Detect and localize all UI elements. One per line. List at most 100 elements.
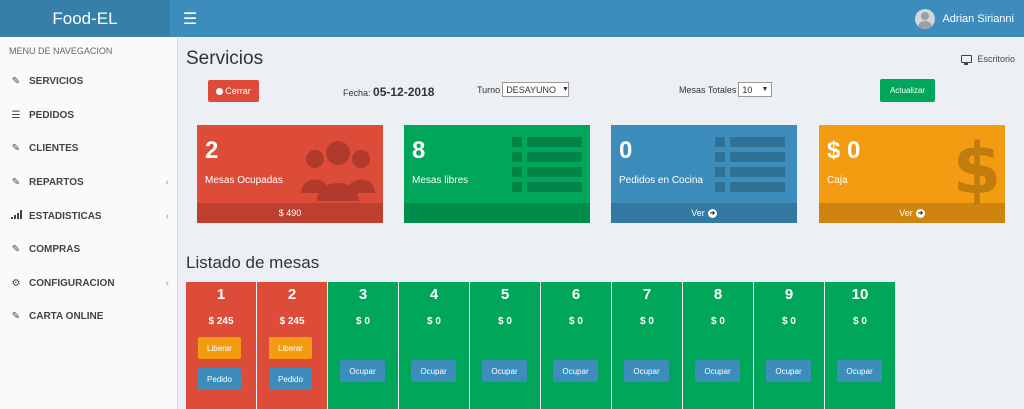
monitor-icon [961,55,973,65]
table-amount: $ 0 [711,316,725,327]
table-amount: $ 0 [569,316,583,327]
table-number: 3 [358,286,368,303]
user-menu[interactable]: Adrian Sirianni [915,0,1024,37]
turno-value: DESAYUNO [506,84,557,95]
table-card: 8 $ 0 Ocupar [683,282,753,409]
stat-footer[interactable]: $ 490 [197,203,383,223]
edit-icon: ✎ [11,143,21,155]
arrow-circle-right-icon: ➜ [915,208,925,218]
fecha-label: Fecha: [343,88,371,98]
stat-value: $ 0 [827,137,861,164]
stat-box-mesas-libres: 8 Mesas libres [404,125,590,223]
table-card: 3 $ 0 Ocupar [328,282,398,409]
chevron-down-icon: ▼ [761,86,769,93]
ocupar-button[interactable]: Ocupar [695,360,740,382]
breadcrumb-label: Escritorio [977,54,1015,64]
table-amount: $ 245 [208,316,234,327]
ocupar-button[interactable]: Ocupar [340,360,385,382]
table-number: 9 [784,286,794,303]
top-navbar: Food-EL ☰ Adrian Sirianni [0,0,1024,37]
mesas-totales-group: Mesas Totales 10 ▼ [679,82,773,97]
turno-select[interactable]: DESAYUNO ▼ [502,82,570,97]
table-card: 2 $ 245 Liberar Pedido [257,282,327,409]
sidebar-item-clientes[interactable]: ✎ CLIENTES [0,132,177,166]
stat-value: 0 [619,137,633,164]
page-title: Servicios [186,48,264,69]
fecha-value: 05-12-2018 [373,85,435,99]
sidebar-item-servicios[interactable]: ✎ SERVICIOS [0,65,177,99]
sidebar-item-estadisticas[interactable]: ESTADISTICAS ‹ [0,199,177,233]
gear-icon: ⚙ [11,277,21,289]
mesas-totales-value: 10 [742,84,753,95]
stat-label: Pedidos en Cocina [619,175,703,186]
ocupar-button[interactable]: Ocupar [766,360,811,382]
pedido-button[interactable]: Pedido [198,368,241,390]
table-amount: $ 0 [498,316,512,327]
table-number: 8 [713,286,723,303]
table-number: 10 [851,286,869,303]
chevron-down-icon: ▼ [562,86,569,93]
sidebar-item-configuracion[interactable]: ⚙ CONFIGURACION ‹ [0,267,177,301]
table-card: 9 $ 0 Ocupar [754,282,824,409]
cerrar-label: Cerrar [225,86,251,96]
ver-link[interactable]: Ver ➜ [819,203,1005,223]
ocupar-button[interactable]: Ocupar [482,360,527,382]
breadcrumb[interactable]: Escritorio [961,54,1015,65]
actualizar-button[interactable]: Actualizar [880,79,935,102]
table-number: 2 [287,286,297,303]
list-icon [715,137,785,192]
sidebar-item-repartos[interactable]: ✎ REPARTOS ‹ [0,166,177,200]
stat-footer-label: Ver [899,208,913,218]
sidebar-item-label: REPARTOS [29,177,84,189]
list-icon [512,137,582,192]
table-number: 6 [571,286,581,303]
table-card: 1 $ 245 Liberar Pedido [186,282,256,409]
sidebar-item-label: CARTA ONLINE [29,311,104,323]
user-name: Adrian Sirianni [942,12,1014,25]
stat-box-caja: $ $ 0 Caja Ver ➜ [819,125,1005,223]
mesas-totales-select[interactable]: 10 ▼ [738,82,773,97]
chevron-left-icon: ‹ [165,277,169,289]
ocupar-button[interactable]: Ocupar [837,360,882,382]
avatar [915,8,936,29]
stat-label: Mesas Ocupadas [205,175,283,186]
cerrar-button[interactable]: Cerrar [208,80,259,102]
table-amount: $ 0 [427,316,441,327]
list-icon: ☰ [11,109,21,121]
ver-link[interactable]: Ver ➜ [611,203,797,223]
stat-footer[interactable] [404,203,590,223]
mesas-totales-label: Mesas Totales [679,84,737,95]
stat-footer-label: Ver [691,208,705,218]
stat-label: Mesas libres [412,175,469,186]
ocupar-button[interactable]: Ocupar [553,360,598,382]
pedido-button[interactable]: Pedido [269,368,312,390]
table-amount: $ 0 [356,316,370,327]
sidebar-item-pedidos[interactable]: ☰ PEDIDOS [0,99,177,133]
table-card: 6 $ 0 Ocupar [541,282,611,409]
sidebar-item-label: COMPRAS [29,244,81,256]
brand-logo[interactable]: Food-EL [0,0,170,37]
table-amount: $ 0 [853,316,867,327]
signal-icon [10,210,22,222]
sidebar-item-compras[interactable]: ✎ COMPRAS [0,233,177,267]
stat-box-pedidos-cocina: 0 Pedidos en Cocina Ver ➜ [611,125,797,223]
ocupar-button[interactable]: Ocupar [411,360,456,382]
stat-value: 8 [412,137,426,164]
table-card: 10 $ 0 Ocupar [825,282,895,409]
sidebar-item-carta-online[interactable]: ✎ CARTA ONLINE [0,300,177,334]
edit-icon: ✎ [11,76,21,88]
liberar-button[interactable]: Liberar [198,337,241,359]
liberar-button[interactable]: Liberar [269,337,312,359]
ocupar-button[interactable]: Ocupar [624,360,669,382]
sidebar: MENU DE NAVEGACION ✎ SERVICIOS ☰ PEDIDOS… [0,37,178,409]
table-number: 7 [642,286,652,303]
chevron-left-icon: ‹ [165,177,169,189]
circle-icon [216,87,224,95]
table-card: 7 $ 0 Ocupar [612,282,682,409]
hamburger-icon[interactable]: ☰ [170,0,210,37]
edit-icon: ✎ [11,177,21,189]
toolbar: Cerrar Fecha: 05-12-2018 Turno DESAYUNO … [178,79,1024,103]
sidebar-item-label: ESTADISTICAS [29,210,102,222]
edit-icon: ✎ [11,311,21,323]
table-number: 1 [216,286,226,303]
